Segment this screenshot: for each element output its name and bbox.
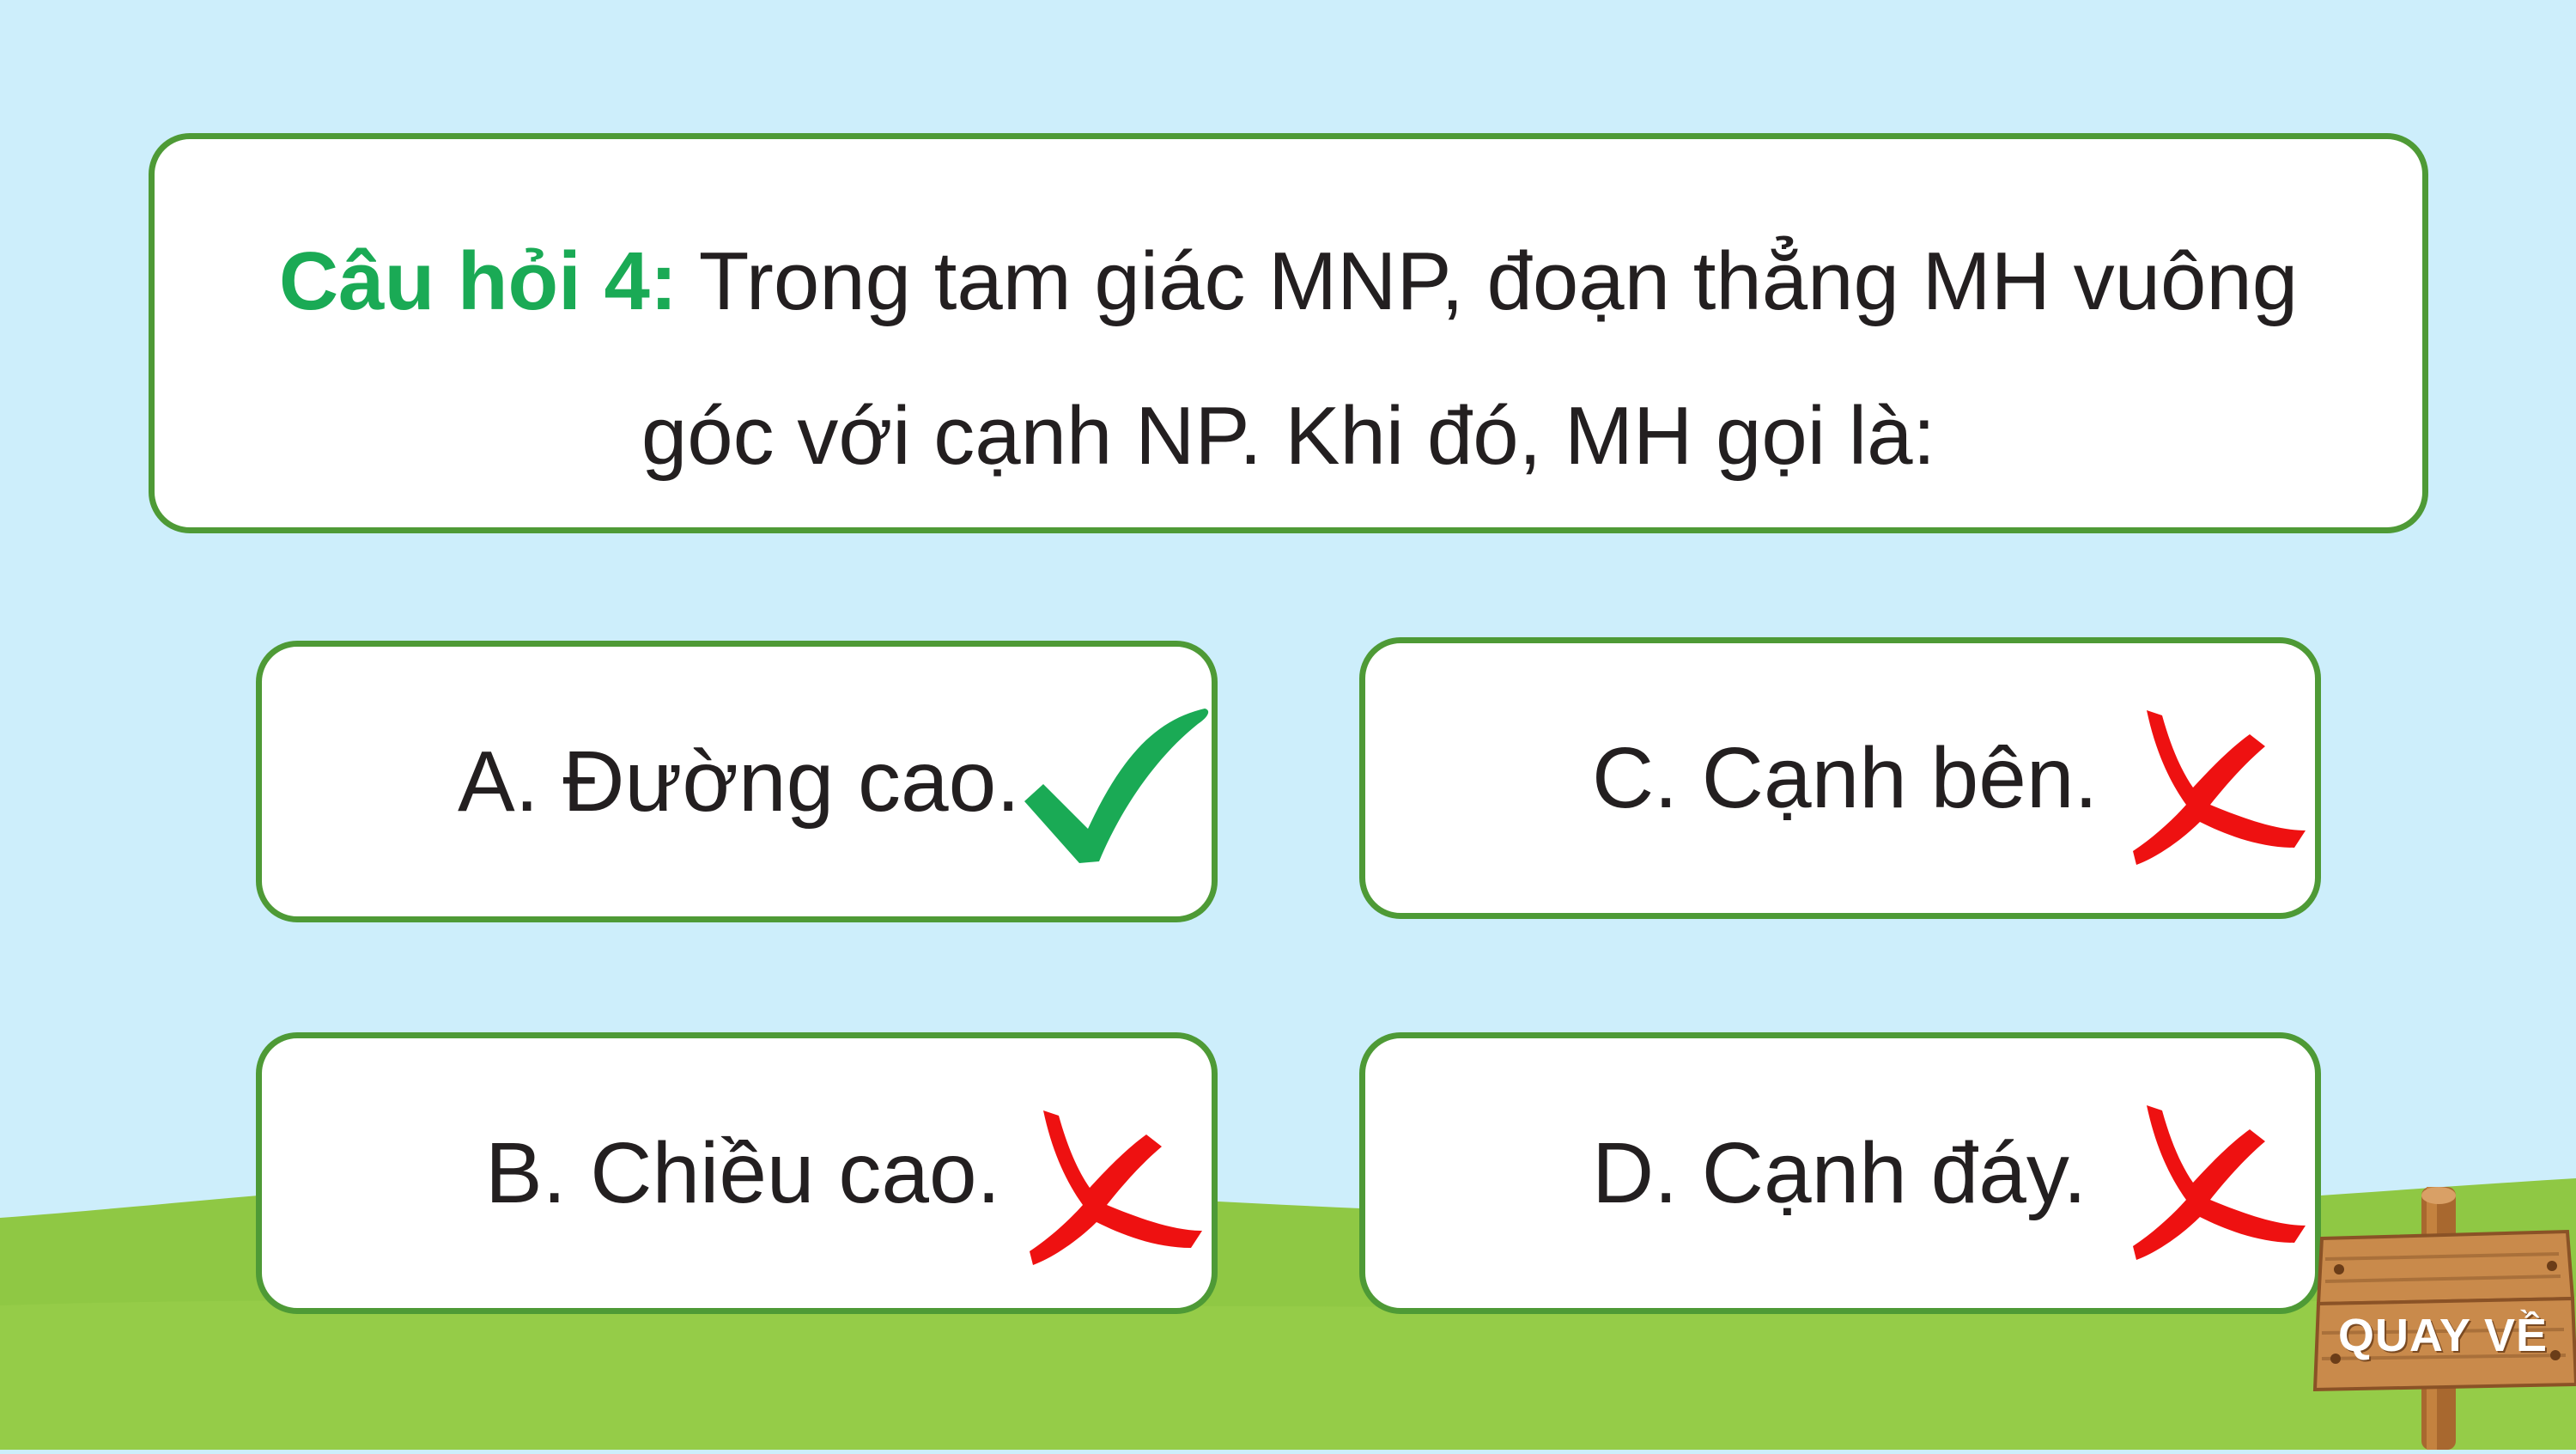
answer-a-label: A. Đường cao. xyxy=(458,733,1021,830)
answer-d-button[interactable]: D. Cạnh đáy. xyxy=(1359,1032,2321,1314)
answer-b-button[interactable]: B. Chiều cao. xyxy=(256,1032,1218,1314)
question-text-line-1: Trong tam giác MNP, đoạn thẳng MH vuông xyxy=(677,235,2299,327)
answer-c-button[interactable]: C. Cạnh bên. xyxy=(1359,637,2321,919)
back-button[interactable]: QUAY VỀ xyxy=(2310,1187,2576,1450)
question-card: Câu hỏi 4: Trong tam giác MNP, đoạn thẳn… xyxy=(149,133,2428,533)
question-line-1: Câu hỏi 4: Trong tam giác MNP, đoạn thẳn… xyxy=(155,240,2422,323)
cross-icon xyxy=(2133,710,2306,865)
cross-icon xyxy=(1030,1110,1202,1265)
answer-c-label: C. Cạnh bên. xyxy=(1592,729,2099,826)
answer-a-button[interactable]: A. Đường cao. xyxy=(256,641,1218,922)
question-line-2: góc với cạnh NP. Khi đó, MH gọi là: xyxy=(641,390,1936,482)
answer-b-label: B. Chiều cao. xyxy=(485,1124,1001,1221)
back-button-label: QUAY VỀ xyxy=(2337,1310,2549,1361)
question-prefix: Câu hỏi 4: xyxy=(278,235,677,327)
cross-icon xyxy=(2133,1105,2306,1260)
check-icon xyxy=(1024,709,1209,863)
answer-d-label: D. Cạnh đáy. xyxy=(1592,1124,2087,1221)
